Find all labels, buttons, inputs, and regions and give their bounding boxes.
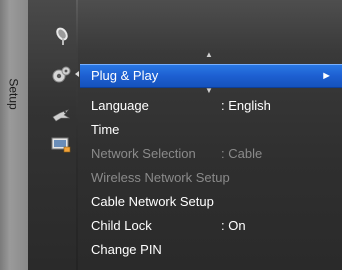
menu-item-label: Child Lock	[91, 218, 152, 233]
submenu-arrow-icon: ►	[321, 70, 332, 82]
menu-item-child-lock[interactable]: Child Lock : On	[80, 214, 342, 238]
menu-item-time[interactable]: Time	[80, 118, 342, 142]
menu-item-label: Wireless Network Setup	[91, 170, 230, 185]
menu-item-value: : Cable	[221, 146, 263, 161]
menu-item-change-pin[interactable]: Change PIN	[80, 238, 342, 262]
menu-item-network-selection: Network Selection : Cable	[80, 142, 342, 166]
menu-item-label: Network Selection	[91, 146, 196, 161]
side-tab-label: Setup	[7, 78, 22, 110]
menu-item-plug-and-play[interactable]: Plug & Play ►	[80, 64, 342, 88]
menu-item-wireless-network-setup: Wireless Network Setup	[80, 166, 342, 190]
menu-item-label: Time	[91, 122, 120, 137]
input-icon[interactable]	[50, 133, 72, 155]
selected-category-pointer	[75, 71, 79, 77]
menu-item-label: Plug & Play	[91, 68, 159, 83]
gear-icon[interactable]	[50, 64, 72, 86]
menu-item-cable-network-setup[interactable]: Cable Network Setup	[80, 190, 342, 214]
menu-item-language[interactable]: Language : English	[80, 94, 342, 118]
menu-item-value: : On	[221, 218, 246, 233]
menu-item-label: Cable Network Setup	[91, 194, 214, 209]
scroll-up-indicator[interactable]: ▲	[205, 51, 213, 59]
satellite-dish-icon[interactable]	[50, 25, 72, 47]
setup-side-tab[interactable]: Setup	[0, 0, 29, 270]
menu-item-label: Language	[91, 98, 149, 113]
menu-item-value: : English	[221, 98, 271, 113]
bird-icon[interactable]	[50, 104, 72, 126]
menu-item-label: Change PIN	[91, 242, 162, 257]
tv-menu-frame: Setup ▲ ▼ Plug & Play ► Language: Engli…	[0, 0, 342, 270]
